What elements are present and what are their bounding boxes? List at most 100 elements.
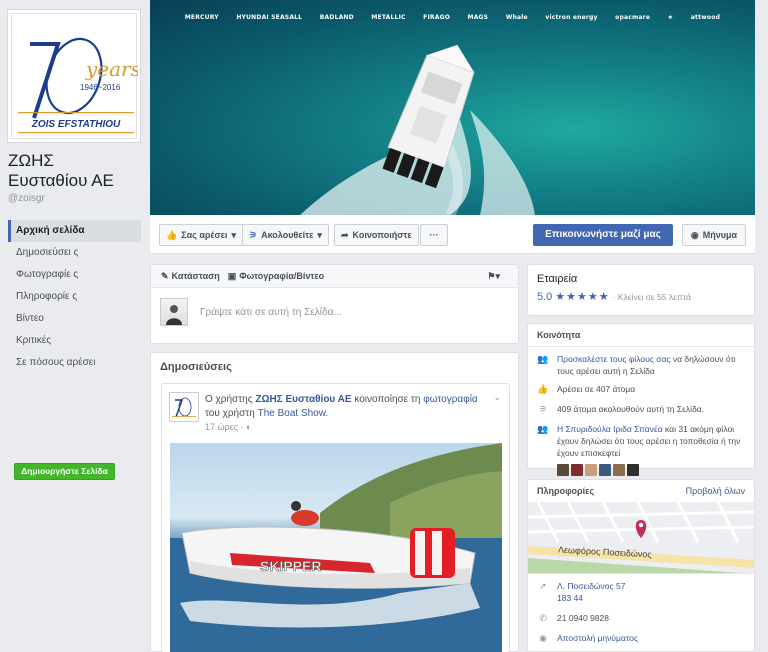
community-header: Κοινότητα	[528, 324, 754, 347]
info-card: Πληροφορίες Προβολή όλων Λεωφόρος Ποσειδ…	[527, 479, 755, 652]
boat-brand-text: SKIPPER	[260, 558, 321, 574]
people-icon: 👥	[537, 354, 549, 364]
nav-item-about[interactable]: Πληροφορίε ς	[8, 286, 141, 308]
page-category[interactable]: Εταιρεία	[528, 265, 754, 285]
friend-avatar[interactable]	[627, 464, 639, 476]
contact-us-button[interactable]: Επικοινωνήστε μαζί μας	[533, 224, 673, 246]
composer-input[interactable]: Γράψτε κάτι σε αυτή τη Σελίδα...	[200, 307, 342, 318]
location-map[interactable]: Λεωφόρος Ποσειδώνος	[528, 502, 754, 574]
page-nav: Αρχική σελίδα Δημοσιεύσει ς Φωτογραφίε ς…	[8, 220, 141, 374]
cover-boat-image	[300, 44, 535, 215]
post-header-mid2: του χρήστη	[205, 408, 255, 419]
brand-logo: METALLIC	[371, 14, 406, 21]
page-handle[interactable]: @zoisgr	[8, 193, 45, 204]
brand-logo: HYUNDAI SEASALL	[236, 14, 303, 21]
friend-link[interactable]: Η Σπυριδούλα Ιριδα Σπανέα	[557, 424, 663, 434]
community-likes-row: 👍 Αρέσει σε 407 άτομα	[528, 380, 754, 398]
tab-photo-video[interactable]: ▣ Φωτογραφία/Βίντεο	[228, 271, 324, 282]
community-title: Κοινότητα	[537, 330, 581, 340]
composer-tabs: ✎ Κατάσταση ▣ Φωτογραφία/Βίντεο ⚑▾	[151, 265, 518, 288]
rating-row: 5.0 ★★★★★ · Κλείνει σε 55 λεπτά	[528, 285, 754, 308]
nav-item-reviews[interactable]: Κριτικές	[8, 330, 141, 352]
send-message-link[interactable]: Αποστολή μηνύματος	[557, 632, 638, 644]
page-profile-picture[interactable]: years 1946~2016 ZOIS EFSTATHIOU	[7, 9, 141, 143]
people-icon: 👥	[537, 424, 549, 434]
follow-button[interactable]: ⚞ Ακολουθείτε ▾	[242, 224, 329, 246]
follow-label: Ακολουθείτε	[261, 230, 314, 240]
composer-body: Γράψτε κάτι σε αυτή τη Σελίδα...	[151, 288, 518, 336]
nav-item-photos[interactable]: Φωτογραφίε ς	[8, 264, 141, 286]
messenger-icon: ◉	[690, 229, 699, 240]
post-options-chevron-icon[interactable]: ⌄	[493, 392, 501, 403]
pencil-icon: ✎	[161, 270, 169, 281]
like-button[interactable]: 👍 Σας αρέσει ▾	[159, 224, 243, 246]
rating-stars-icon[interactable]: ★★★★★	[555, 290, 609, 303]
logo: years 1946~2016 ZOIS EFSTATHIOU	[11, 13, 141, 139]
send-message-row: ◉ Αποστολή μηνύματος	[528, 627, 754, 647]
info-header: Πληροφορίες Προβολή όλων	[528, 480, 754, 502]
community-follows-row: ⚞ 409 άτομα ακολουθούν αυτή τη Σελίδα.	[528, 398, 754, 418]
hours-status: · Κλείνει σε 55 λεπτά	[612, 291, 691, 302]
friend-avatar[interactable]	[599, 464, 611, 476]
chevron-down-icon: ▾	[231, 229, 236, 240]
thumbs-up-icon: 👍	[166, 229, 178, 240]
audience-icon: ⚑▾	[487, 270, 500, 281]
rss-icon: ⚞	[249, 229, 258, 240]
left-column: years 1946~2016 ZOIS EFSTATHIOU ΖΩΗΣ Ευσ…	[0, 0, 148, 652]
message-button[interactable]: ◉ Μήνυμα	[682, 224, 746, 246]
thumbs-up-icon: 👍	[537, 384, 549, 394]
post-timestamp[interactable]: 17 ώρες · ◐	[205, 422, 251, 432]
address-line1[interactable]: Λ. Ποσειδώνος 57	[557, 581, 625, 591]
phone-number[interactable]: 21 0940 9828	[557, 612, 609, 624]
brand-logo: MAGS	[467, 14, 489, 21]
brand-logo: FIRAGO	[423, 14, 450, 21]
post-photo-link[interactable]: φωτογραφία	[423, 394, 477, 405]
likes-count[interactable]: Αρέσει σε 407 άτομα	[557, 383, 635, 395]
nav-item-videos[interactable]: Βίντεο	[8, 308, 141, 330]
about-card: Εταιρεία 5.0 ★★★★★ · Κλείνει σε 55 λεπτά	[527, 264, 755, 316]
cover-photo[interactable]: MERCURY HYUNDAI SEASALL BADLAND METALLIC…	[150, 0, 755, 215]
nav-item-posts[interactable]: Δημοσιεύσει ς	[8, 242, 141, 264]
camera-icon: ▣	[227, 270, 237, 281]
brand-logo: victron energy	[545, 14, 598, 21]
page-title-line2: Ευσταθίου ΑΕ	[8, 171, 114, 190]
friend-avatar[interactable]	[613, 464, 625, 476]
brand-logo: BADLAND	[319, 14, 354, 21]
tab-status[interactable]: ✎ Κατάσταση	[161, 271, 220, 282]
nav-item-home[interactable]: Αρχική σελίδα	[8, 220, 141, 242]
community-friends-row: 👥 Η Σπυριδούλα Ιριδα Σπανέα και 31 ακόμη…	[528, 418, 754, 462]
like-label: Σας αρέσει	[181, 230, 228, 240]
post-source-link[interactable]: The Boat Show.	[258, 408, 329, 419]
brand-logo: MERCURY	[184, 14, 219, 21]
share-button[interactable]: ➦ Κοινοποιήστε	[334, 224, 419, 246]
avatar	[160, 298, 188, 326]
post-composer: ✎ Κατάσταση ▣ Φωτογραφία/Βίντεο ⚑▾ Γράψτ…	[150, 264, 519, 344]
page-title: ΖΩΗΣ Ευσταθίου ΑΕ	[8, 151, 148, 191]
nav-item-likes[interactable]: Σε πόσους αρέσει	[8, 352, 141, 374]
location-pin-icon: ➚	[539, 581, 547, 591]
logo-years: years	[85, 57, 138, 81]
friend-avatar[interactable]	[557, 464, 569, 476]
page-action-bar: 👍 Σας αρέσει ▾ ⚞ Ακολουθείτε ▾ ➦ Κοινοπο…	[150, 215, 755, 254]
audience-selector[interactable]: ⚑▾	[487, 271, 500, 282]
rss-icon: ⚞	[538, 404, 548, 414]
brand-logo: attwood	[690, 14, 721, 21]
phone-icon: ✆	[539, 613, 547, 623]
community-invite-row: 👥 Προσκαλέστε τους φίλους σας να δηλώσου…	[528, 347, 754, 380]
post-author-link[interactable]: ΖΩΗΣ Ευσταθίου ΑΕ	[255, 394, 351, 405]
messenger-icon: ◉	[539, 633, 547, 643]
share-arrow-icon: ➦	[341, 229, 349, 240]
post-photo[interactable]: SKIPPER	[170, 443, 502, 652]
address-line2[interactable]: 183 44	[557, 593, 583, 603]
post-header-prefix: Ο χρήστης	[205, 394, 253, 405]
posts-section: Δημοσιεύσεις Ο χρήστης ΖΩΗΣ Ευσταθίου ΑΕ…	[150, 352, 519, 652]
post-author-avatar[interactable]	[169, 392, 199, 422]
brand-logo: opacmare	[615, 14, 651, 21]
create-page-button[interactable]: Δημιουργήστε Σελίδα	[14, 463, 115, 480]
invite-friends-link[interactable]: Προσκαλέστε τους φίλους σας	[557, 354, 670, 364]
friend-avatar[interactable]	[585, 464, 597, 476]
friend-avatar[interactable]	[571, 464, 583, 476]
more-button[interactable]: ···	[420, 224, 448, 246]
see-all-link[interactable]: Προβολή όλων	[686, 486, 745, 496]
follows-count[interactable]: 409 άτομα ακολουθούν αυτή τη Σελίδα.	[557, 403, 704, 415]
